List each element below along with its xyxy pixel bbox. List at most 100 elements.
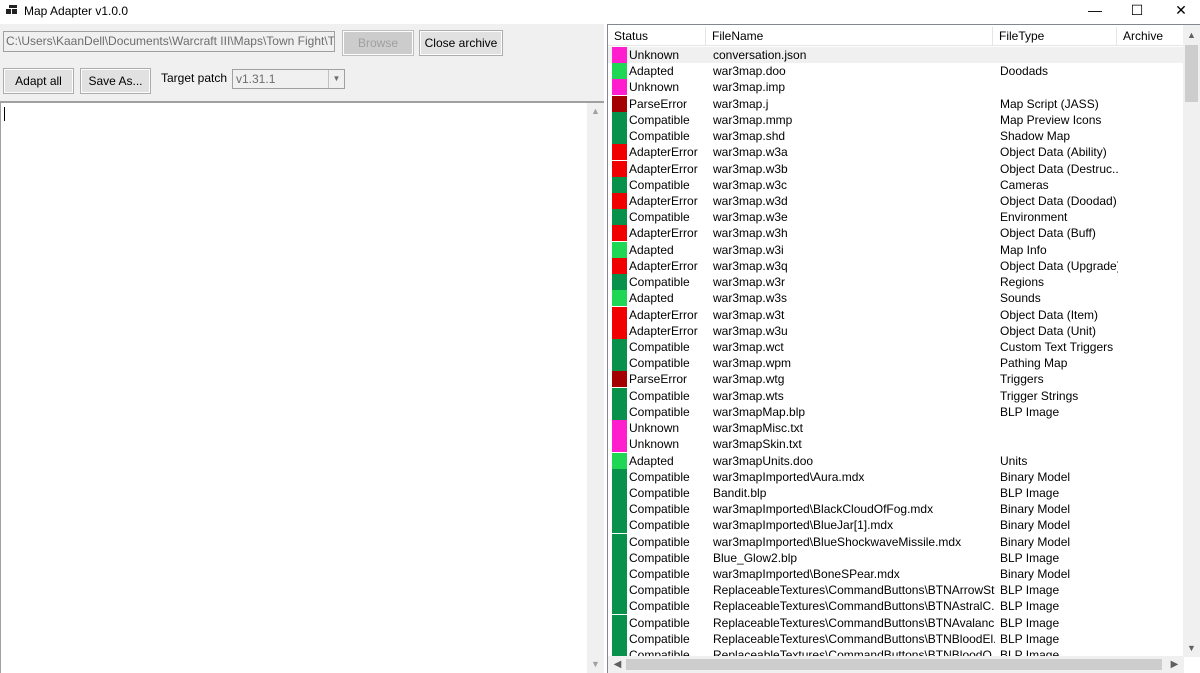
list-item[interactable]: Adapted war3map.w3s Sounds xyxy=(608,290,1186,307)
filetype-cell: Trigger Strings xyxy=(1000,388,1079,403)
status-color-swatch xyxy=(612,144,627,161)
list-item[interactable]: Unknown war3mapSkin.txt xyxy=(608,436,1186,453)
filename-cell: war3map.imp xyxy=(713,80,786,95)
scroll-thumb[interactable] xyxy=(626,659,1162,670)
list-item[interactable]: Unknown war3mapMisc.txt xyxy=(608,420,1186,437)
maximize-button[interactable]: ☐ xyxy=(1114,0,1160,22)
log-textbox[interactable]: ▲ ▼ xyxy=(0,101,604,673)
close-window-button[interactable]: ✕ xyxy=(1158,0,1200,22)
list-item[interactable]: AdapterError war3map.w3u Object Data (Unit… xyxy=(608,322,1186,339)
minimize-button[interactable]: — xyxy=(1072,0,1118,22)
list-item[interactable]: Adapted war3map.w3i Map Info xyxy=(608,241,1186,258)
column-header-archive[interactable]: Archive xyxy=(1117,27,1186,46)
scroll-down-icon[interactable]: ▼ xyxy=(1183,640,1200,657)
filetype-cell: Units xyxy=(1000,453,1028,468)
list-horizontal-scrollbar[interactable]: ◀ ▶ xyxy=(608,656,1184,673)
status-cell: Compatible xyxy=(629,112,690,127)
scroll-right-icon[interactable]: ▶ xyxy=(1167,656,1182,673)
list-item[interactable]: Unknown war3map.imp xyxy=(608,79,1186,96)
list-item[interactable]: Compatible ReplaceableTextures\CommandBut… xyxy=(608,614,1186,631)
chevron-down-icon[interactable]: ▼ xyxy=(328,70,344,88)
archive-path-field[interactable]: C:\Users\KaanDell\Documents\Warcraft III… xyxy=(3,31,335,52)
list-item[interactable]: Compatible ReplaceableTextures\CommandBut… xyxy=(608,582,1186,599)
list-item[interactable]: AdapterError war3map.w3h Object Data (Buff… xyxy=(608,225,1186,242)
column-header-filetype[interactable]: FileType xyxy=(993,27,1117,46)
list-rows: Unknown conversation.json Adapted war3map.d… xyxy=(608,47,1186,657)
status-cell: AdapterError xyxy=(629,258,698,273)
column-header-status[interactable]: Status xyxy=(608,27,706,46)
target-patch-select[interactable]: v1.31.1 ▼ xyxy=(232,69,345,89)
list-item[interactable]: Compatible Blue_Glow2.blp BLP Image xyxy=(608,549,1186,566)
list-item[interactable]: Compatible war3map.w3c Cameras xyxy=(608,176,1186,193)
list-item[interactable]: Compatible war3mapImported\Aura.mdx Binary… xyxy=(608,468,1186,485)
scroll-up-icon[interactable]: ▲ xyxy=(587,103,604,120)
close-archive-button[interactable]: Close archive xyxy=(419,30,503,56)
list-item[interactable]: Compatible war3map.wts Trigger Strings xyxy=(608,387,1186,404)
status-color-swatch xyxy=(612,95,627,112)
status-cell: Compatible xyxy=(629,129,690,144)
filetype-cell: Binary Model xyxy=(1000,534,1071,549)
list-item[interactable]: Unknown conversation.json xyxy=(608,47,1186,63)
list-item[interactable]: Compatible ReplaceableTextures\CommandBut… xyxy=(608,598,1186,615)
filetype-cell: BLP Image xyxy=(1000,404,1060,419)
list-item[interactable]: AdapterError war3map.w3d Object Data (Dood… xyxy=(608,192,1186,209)
list-item[interactable]: Compatible ReplaceableTextures\CommandBut… xyxy=(608,630,1186,647)
list-item[interactable]: Compatible war3map.mmp Map Preview Icons xyxy=(608,111,1186,128)
scroll-down-icon[interactable]: ▼ xyxy=(587,656,604,673)
file-list-view[interactable]: Status FileName FileType Archive Unknown… xyxy=(607,24,1200,673)
list-item[interactable]: Compatible war3map.w3r Regions xyxy=(608,274,1186,291)
adapt-all-button[interactable]: Adapt all xyxy=(3,68,74,94)
filetype-cell: Object Data (Unit) xyxy=(1000,323,1097,338)
column-header-filename[interactable]: FileName xyxy=(706,27,993,46)
filename-cell: war3mapUnits.doo xyxy=(713,453,814,468)
list-item[interactable]: Compatible war3mapImported\BlackCloudOfFo… xyxy=(608,501,1186,518)
list-item[interactable]: Compatible war3map.shd Shadow Map xyxy=(608,128,1186,145)
status-cell: AdapterError xyxy=(629,307,698,322)
status-color-swatch xyxy=(612,128,627,145)
log-scrollbar[interactable]: ▲ ▼ xyxy=(587,103,604,673)
list-item[interactable]: Compatible war3mapImported\BoneSPear.mdx B… xyxy=(608,566,1186,583)
status-color-swatch xyxy=(612,306,627,323)
list-item[interactable]: Compatible war3mapImported\BlueShockwaveM… xyxy=(608,533,1186,550)
status-cell: Compatible xyxy=(629,339,690,354)
scroll-up-icon[interactable]: ▲ xyxy=(1183,27,1200,44)
filename-cell: Bandit.blp xyxy=(713,485,767,500)
filetype-cell: Regions xyxy=(1000,275,1045,290)
status-color-swatch xyxy=(612,79,627,96)
status-color-swatch xyxy=(612,452,627,469)
list-item[interactable]: AdapterError war3map.w3t Object Data (Item… xyxy=(608,306,1186,323)
list-item[interactable]: Compatible Bandit.blp BLP Image xyxy=(608,484,1186,501)
status-cell: Compatible xyxy=(629,177,690,192)
list-item[interactable]: AdapterError war3map.w3a Object Data (Abil… xyxy=(608,144,1186,161)
status-cell: Compatible xyxy=(629,275,690,290)
scroll-left-icon[interactable]: ◀ xyxy=(610,656,625,673)
list-item[interactable]: ParseError war3map.wtg Triggers xyxy=(608,371,1186,388)
filetype-cell: Triggers xyxy=(1000,372,1044,387)
filename-cell: conversation.json xyxy=(713,48,807,62)
status-cell: Compatible xyxy=(629,567,690,582)
status-color-swatch xyxy=(612,614,627,631)
filetype-cell: Map Preview Icons xyxy=(1000,112,1102,127)
list-item[interactable]: Adapted war3mapUnits.doo Units xyxy=(608,452,1186,469)
status-cell: Compatible xyxy=(629,583,690,598)
list-item[interactable]: Compatible war3map.w3e Environment xyxy=(608,209,1186,226)
filename-cell: war3map.w3u xyxy=(713,323,788,338)
filename-cell: war3map.wpm xyxy=(713,356,792,371)
browse-button[interactable]: Browse xyxy=(342,30,414,56)
list-item[interactable]: Compatible war3mapMap.blp BLP Image xyxy=(608,403,1186,420)
filename-cell: war3mapImported\BoneSPear.mdx xyxy=(713,567,900,582)
list-item[interactable]: AdapterError war3map.w3q Object Data (Upgr… xyxy=(608,257,1186,274)
list-item[interactable]: AdapterError war3map.w3b Object Data (Dest… xyxy=(608,160,1186,177)
list-vertical-scrollbar[interactable]: ▲ ▼ xyxy=(1183,25,1200,657)
scroll-thumb[interactable] xyxy=(1185,45,1198,102)
list-item[interactable]: Compatible war3map.wpm Pathing Map xyxy=(608,355,1186,372)
list-item[interactable]: Compatible war3mapImported\BlueJar[1].mdx… xyxy=(608,517,1186,534)
list-item[interactable]: Adapted war3map.doo Doodads xyxy=(608,63,1186,80)
filetype-cell: Environment xyxy=(1000,210,1068,225)
filename-cell: war3map.w3c xyxy=(713,177,788,192)
save-as-button[interactable]: Save As... xyxy=(80,68,151,94)
filename-cell: ReplaceableTextures\CommandButtons\BTNAv… xyxy=(713,615,995,630)
list-item[interactable]: Compatible war3map.wct Custom Text Trigger… xyxy=(608,338,1186,355)
filename-cell: ReplaceableTextures\CommandButtons\BTNAr… xyxy=(713,583,995,598)
list-item[interactable]: ParseError war3map.j Map Script (JASS) xyxy=(608,95,1186,112)
